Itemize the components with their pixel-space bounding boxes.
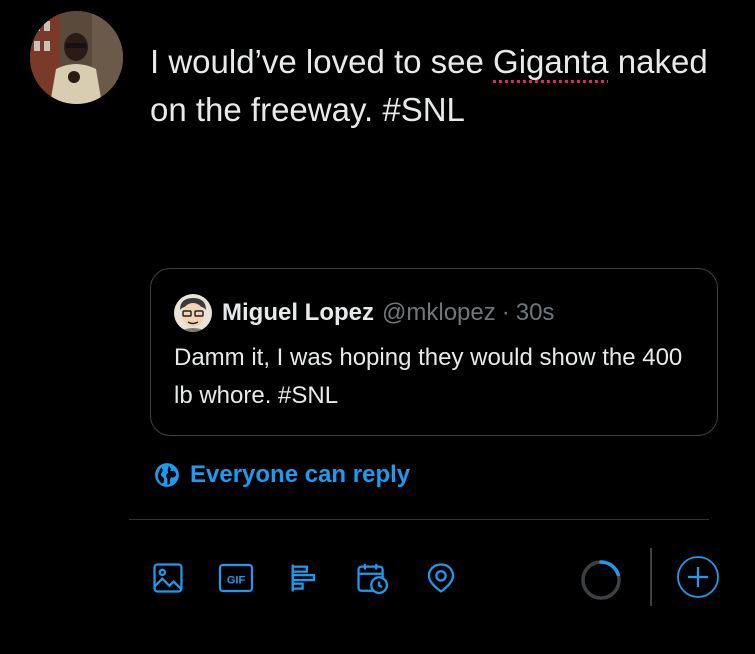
quoted-timestamp: 30s [515, 299, 555, 326]
quoted-tweet-header: Miguel Lopez @mklopez · 30s [174, 293, 554, 333]
quoted-user-avatar [174, 294, 212, 332]
misspelled-word: Giganta [493, 43, 609, 80]
quoted-tweet-card[interactable]: Miguel Lopez @mklopez · 30s Damm it, I w… [150, 268, 718, 436]
reply-setting-label: Everyone can reply [190, 461, 411, 488]
compose-text-before: I would’ve loved to see [150, 43, 494, 80]
globe-icon [155, 463, 179, 487]
divider [129, 519, 709, 520]
quoted-user-handle: @mklopez [382, 299, 496, 326]
plus-icon [677, 556, 719, 598]
quoted-separator: · [501, 299, 510, 326]
tweet-compose-input[interactable]: I would’ve loved to see Giganta naked on… [150, 38, 730, 134]
add-tweet-button[interactable] [676, 555, 720, 599]
gif-label: GIF [227, 575, 246, 587]
user-avatar[interactable] [30, 11, 123, 104]
character-count-ring [581, 560, 621, 600]
location-icon[interactable] [421, 558, 461, 598]
toolbar-separator [650, 548, 652, 606]
poll-icon[interactable] [284, 558, 324, 598]
schedule-icon[interactable] [352, 558, 392, 598]
quoted-tweet-text: Damm it, I was hoping they would show th… [174, 344, 683, 409]
gif-icon[interactable]: GIF [216, 558, 256, 598]
quoted-user-name: Miguel Lopez [222, 299, 374, 326]
reply-setting-button[interactable]: Everyone can reply [154, 459, 410, 491]
image-icon[interactable] [148, 558, 188, 598]
